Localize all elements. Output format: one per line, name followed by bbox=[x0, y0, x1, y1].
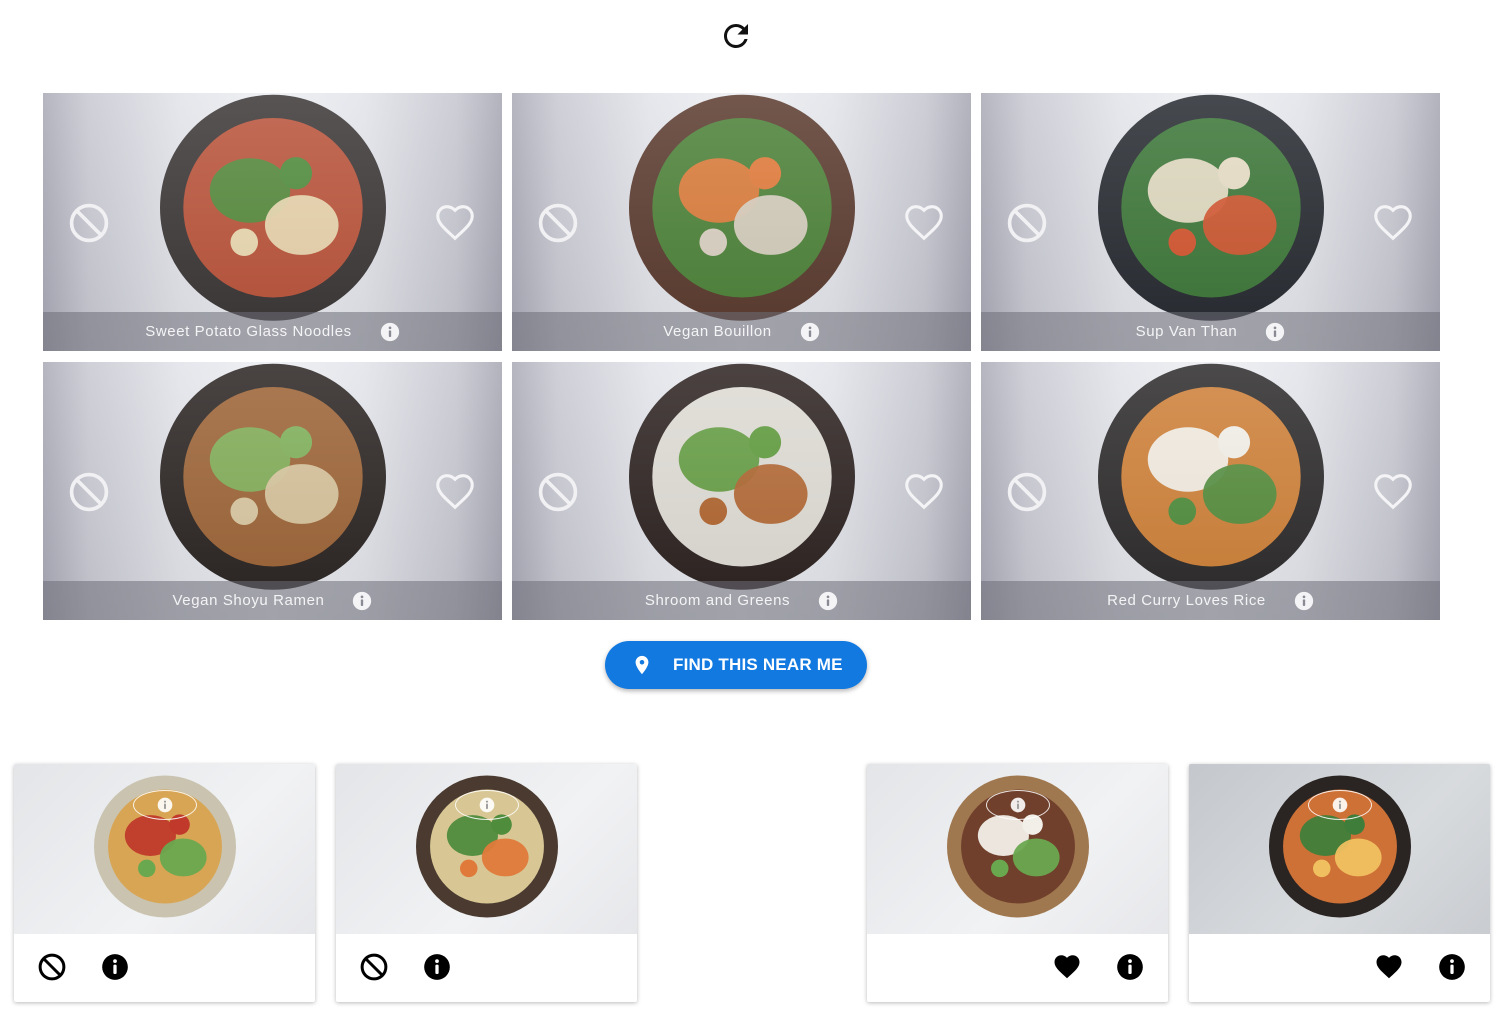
history-photo bbox=[14, 764, 315, 934]
heart-icon[interactable] bbox=[901, 199, 947, 245]
info-icon[interactable] bbox=[800, 322, 820, 342]
info-icon[interactable] bbox=[1294, 591, 1314, 611]
dish-name: Sup Van Than bbox=[1135, 323, 1238, 340]
info-icon[interactable] bbox=[101, 953, 129, 981]
photo-info-icon[interactable] bbox=[454, 790, 519, 820]
reject-icon[interactable] bbox=[37, 952, 67, 982]
dish-name: Vegan Bouillon bbox=[663, 323, 772, 340]
heart-filled-icon[interactable] bbox=[1374, 952, 1404, 982]
photo-info-icon[interactable] bbox=[985, 790, 1050, 820]
reject-icon[interactable] bbox=[1005, 470, 1049, 514]
refresh-icon bbox=[723, 23, 748, 48]
heart-icon[interactable] bbox=[901, 468, 947, 514]
info-icon[interactable] bbox=[1116, 953, 1144, 981]
find-near-me-button[interactable]: FIND THIS NEAR ME bbox=[605, 641, 867, 689]
reject-icon[interactable] bbox=[359, 952, 389, 982]
location-pin-icon bbox=[635, 655, 649, 675]
history-card[interactable] bbox=[336, 764, 637, 1002]
info-icon[interactable] bbox=[1438, 953, 1466, 981]
history-card[interactable] bbox=[1189, 764, 1490, 1002]
history-card[interactable] bbox=[867, 764, 1168, 1002]
dish-caption: Vegan Bouillon bbox=[512, 312, 971, 351]
history-photo bbox=[336, 764, 637, 934]
heart-filled-icon[interactable] bbox=[1052, 952, 1082, 982]
info-icon[interactable] bbox=[380, 322, 400, 342]
info-icon[interactable] bbox=[352, 591, 372, 611]
heart-icon[interactable] bbox=[432, 468, 478, 514]
dish-caption: Vegan Shoyu Ramen bbox=[43, 581, 502, 620]
reject-icon[interactable] bbox=[67, 201, 111, 245]
history-photo bbox=[867, 764, 1168, 934]
info-icon[interactable] bbox=[1265, 322, 1285, 342]
dish-name: Vegan Shoyu Ramen bbox=[172, 592, 325, 609]
dish-caption: Sweet Potato Glass Noodles bbox=[43, 312, 502, 351]
dish-name: Red Curry Loves Rice bbox=[1107, 592, 1266, 609]
reject-icon[interactable] bbox=[536, 470, 580, 514]
find-near-me-label: FIND THIS NEAR ME bbox=[673, 655, 843, 674]
dish-tile[interactable]: Vegan Bouillon bbox=[512, 93, 971, 351]
heart-icon[interactable] bbox=[1370, 199, 1416, 245]
heart-icon[interactable] bbox=[432, 199, 478, 245]
info-icon[interactable] bbox=[423, 953, 451, 981]
history-photo bbox=[1189, 764, 1490, 934]
reject-icon[interactable] bbox=[67, 470, 111, 514]
dish-tile[interactable]: Red Curry Loves Rice bbox=[981, 362, 1440, 620]
dish-grid: Sweet Potato Glass Noodles Vegan Bouillon… bbox=[43, 93, 1440, 620]
heart-icon[interactable] bbox=[1370, 468, 1416, 514]
photo-info-icon[interactable] bbox=[132, 790, 197, 820]
dish-tile[interactable]: Sweet Potato Glass Noodles bbox=[43, 93, 502, 351]
refresh-button[interactable] bbox=[717, 16, 755, 56]
dish-tile[interactable]: Sup Van Than bbox=[981, 93, 1440, 351]
reject-icon[interactable] bbox=[536, 201, 580, 245]
dish-tile[interactable]: Shroom and Greens bbox=[512, 362, 971, 620]
reject-icon[interactable] bbox=[1005, 201, 1049, 245]
dish-name: Shroom and Greens bbox=[644, 592, 791, 609]
dish-caption: Sup Van Than bbox=[981, 312, 1440, 351]
info-icon[interactable] bbox=[818, 591, 838, 611]
history-card[interactable] bbox=[14, 764, 315, 1002]
dish-tile[interactable]: Vegan Shoyu Ramen bbox=[43, 362, 502, 620]
dish-caption: Red Curry Loves Rice bbox=[981, 581, 1440, 620]
dish-caption: Shroom and Greens bbox=[512, 581, 971, 620]
photo-info-icon[interactable] bbox=[1307, 790, 1372, 820]
dish-name: Sweet Potato Glass Noodles bbox=[145, 323, 352, 340]
